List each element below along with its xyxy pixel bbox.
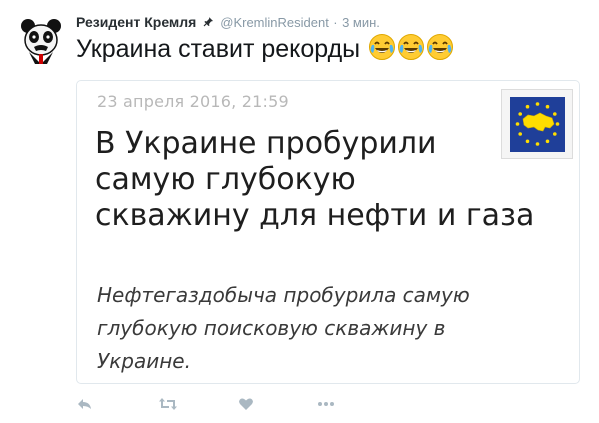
reply-button[interactable] (76, 394, 94, 414)
tweet-timestamp[interactable]: 3 мин. (342, 15, 380, 30)
article-date: 23 апреля 2016, 21:59 (97, 92, 289, 111)
heart-icon (239, 398, 253, 410)
like-button[interactable] (238, 394, 254, 414)
tweet-header: Резидент Кремля @KremlinResident · 3 мин… (76, 14, 380, 34)
tweet-text-content: Украина ставит рекорды (76, 35, 361, 63)
separator-dot: · (333, 15, 338, 31)
more-icon (318, 402, 334, 406)
media-image-card[interactable]: 23 апреля 2016, 21:59 В Украине пробурил… (76, 80, 580, 384)
pin-icon (203, 14, 214, 32)
subtitle-line: глубокую поисковую скважину в (97, 316, 446, 340)
laughing-crying-emoji-icon (426, 33, 454, 68)
subtitle-line: Нефтегаздобыча пробурила самую (97, 283, 470, 307)
author-name[interactable]: Резидент Кремля (76, 14, 196, 30)
reply-icon (78, 399, 91, 409)
headline-line: самую глубокую (95, 162, 356, 197)
headline-line: скважину для нефти и газа (95, 198, 535, 233)
avatar-image (17, 16, 65, 64)
article-headline: В Украине пробурили самую глубокую скваж… (95, 126, 535, 234)
laughing-crying-emoji-icon (368, 33, 396, 68)
tweet-text: Украина ставит рекорды (76, 33, 454, 68)
author-handle[interactable]: @KremlinResident (220, 15, 329, 30)
tweet-actions (76, 394, 376, 414)
retweet-icon (159, 398, 177, 410)
laughing-crying-emoji-icon (397, 33, 425, 68)
more-button[interactable] (316, 394, 336, 414)
headline-line: В Украине пробурили (95, 126, 437, 161)
tweet: Резидент Кремля @KremlinResident · 3 мин… (0, 0, 599, 423)
avatar[interactable] (17, 16, 65, 64)
article-subtitle: Нефтегаздобыча пробурила самую глубокую … (97, 279, 557, 378)
subtitle-line: Украине. (97, 349, 191, 373)
retweet-button[interactable] (158, 394, 178, 414)
